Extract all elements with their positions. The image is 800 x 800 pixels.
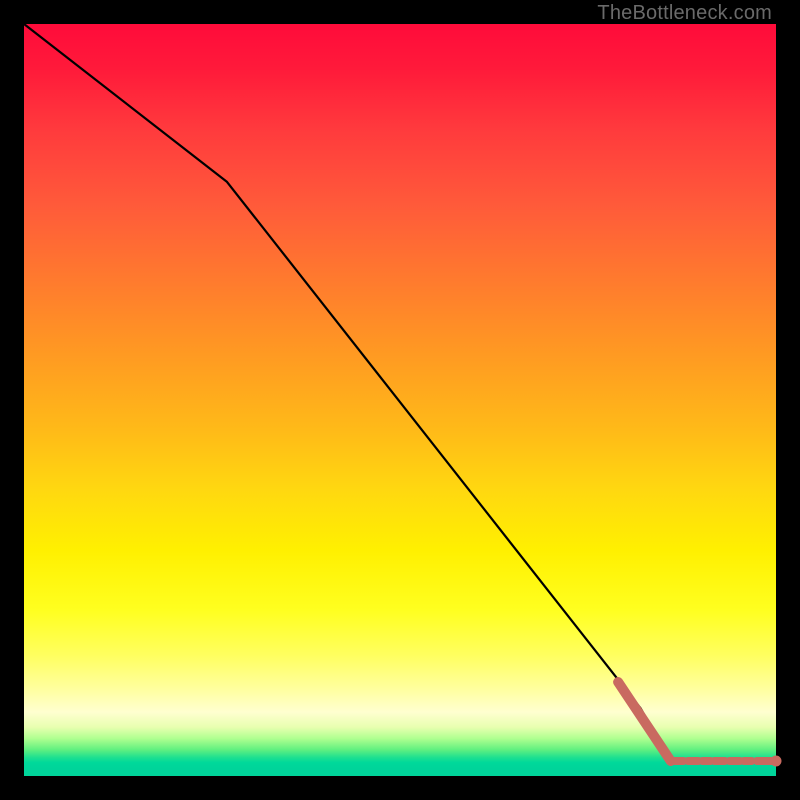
highlight-dashes <box>673 756 781 766</box>
chart-frame: TheBottleneck.com <box>0 0 800 800</box>
curve-line <box>24 24 776 761</box>
attribution-label: TheBottleneck.com <box>597 2 772 25</box>
highlight-segment <box>618 682 671 761</box>
chart-overlay <box>24 24 776 776</box>
